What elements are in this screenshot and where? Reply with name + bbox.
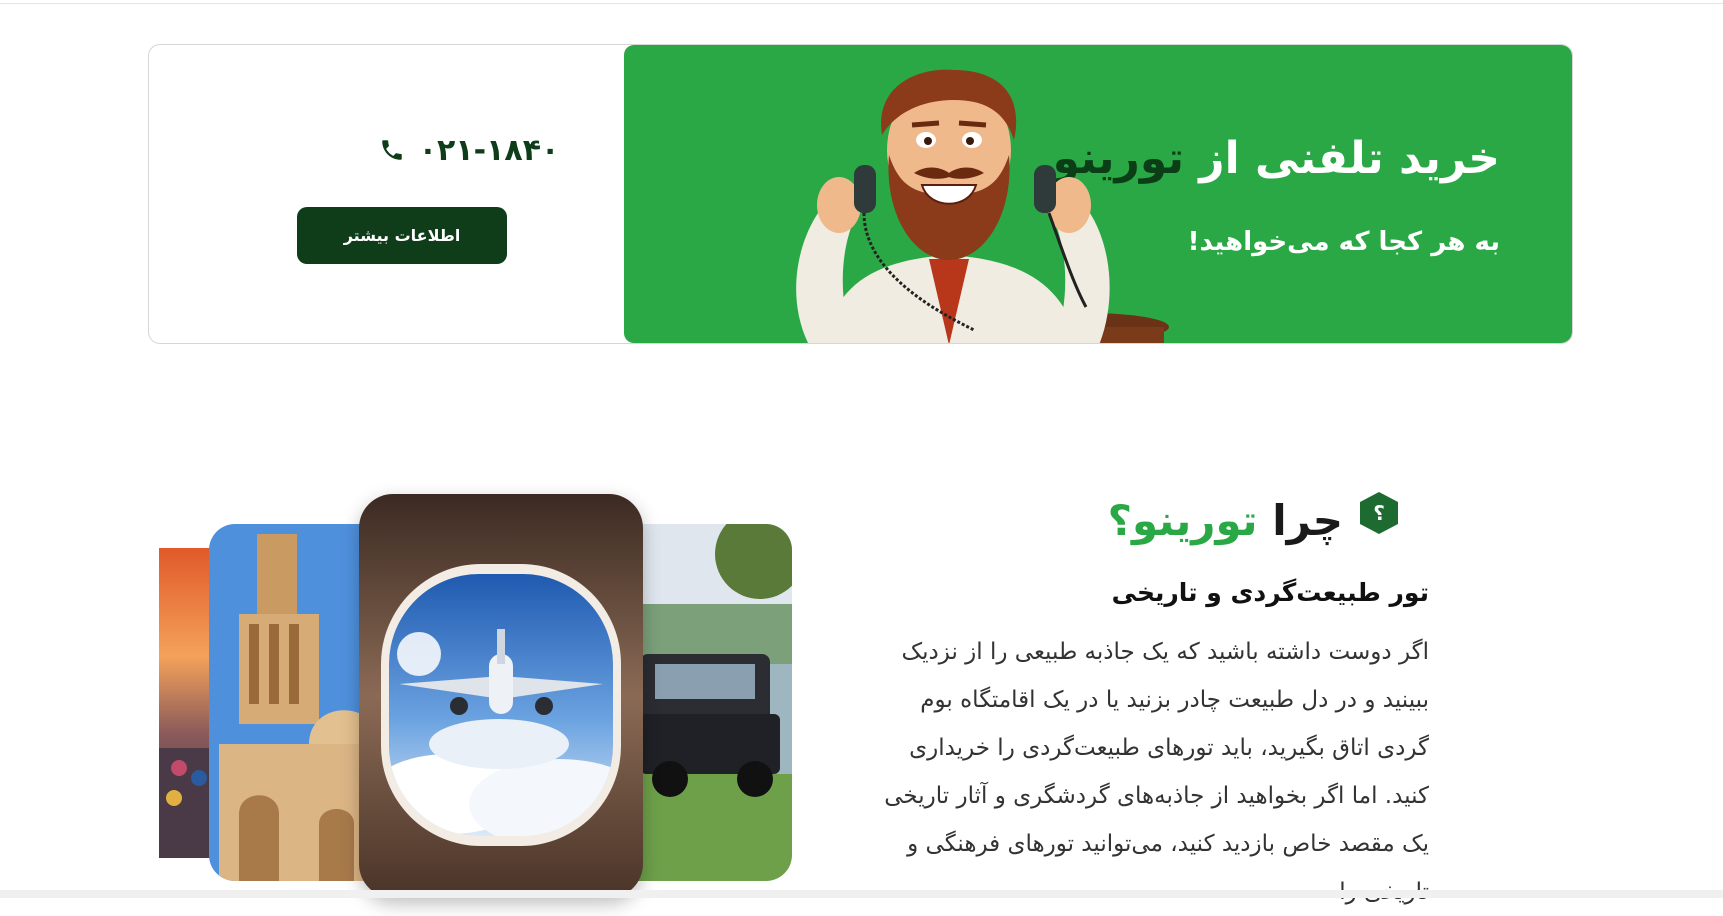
question-badge-icon: ؟ [1360, 492, 1398, 534]
top-divider [0, 0, 1723, 4]
bearded-man-phone-illustration [796, 69, 1169, 343]
why-heading-brand: تورینو؟ [1107, 496, 1258, 545]
phone-icon [381, 140, 402, 160]
banner-green-panel: خرید تلفنی از تورینو به هر کجا که می‌خوا… [624, 45, 1572, 343]
horizontal-scrollbar[interactable] [0, 890, 1723, 898]
banner-title-prefix: خرید تلفنی از [1199, 133, 1500, 184]
section-paragraph: اگر دوست داشته باشید که یک جاذبه طبیعی ر… [884, 639, 1429, 905]
section-subheading: تور طبیعت‌گردی و تاریخی [1111, 578, 1429, 607]
phone-number[interactable]: ۰۲۱-۱۸۴۰ [299, 133, 639, 168]
more-info-button[interactable]: اطلاعات بیشتر [297, 207, 507, 264]
gallery-image-airplane-window [359, 494, 643, 898]
phone-number-text: ۰۲۱-۱۸۴۰ [418, 133, 560, 168]
question-badge-glyph: ؟ [1373, 501, 1385, 525]
why-heading: چرا تورینو؟ [1108, 496, 1343, 545]
phone-purchase-banner: ۰۲۱-۱۸۴۰ اطلاعات بیشتر خرید تلفنی از تور… [148, 44, 1573, 344]
why-heading-prefix: چرا [1272, 496, 1343, 545]
banner-subtitle: به هر کجا که می‌خواهید! [1187, 227, 1500, 257]
